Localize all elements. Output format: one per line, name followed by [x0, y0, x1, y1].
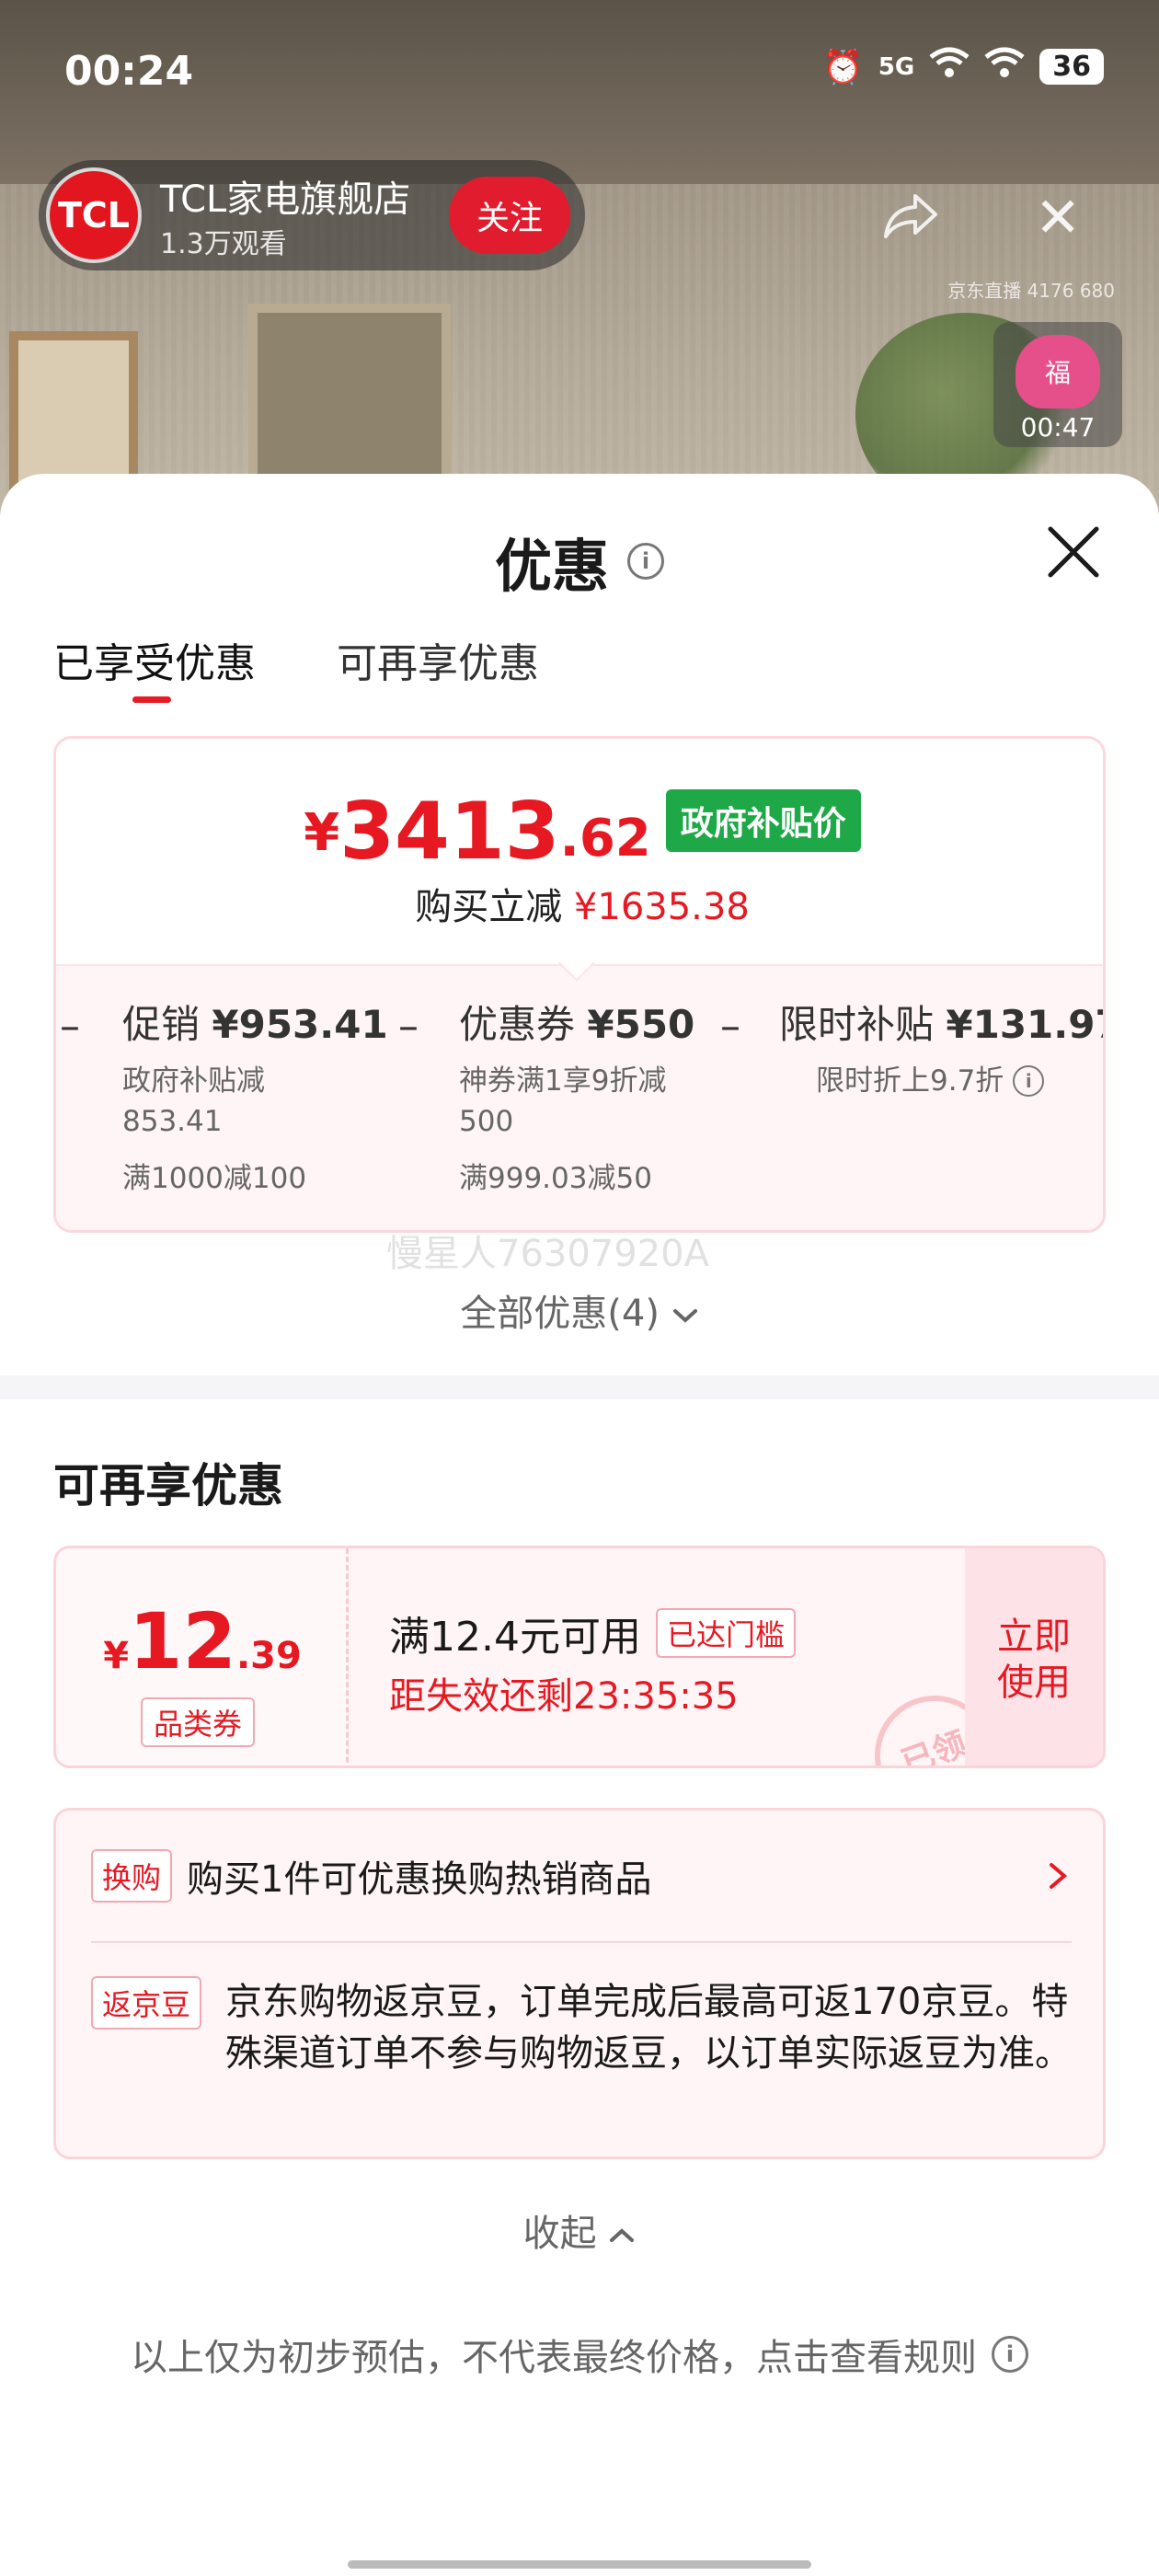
coupon-decimal: .39	[235, 1635, 302, 1677]
exchange-tag: 换购	[91, 1849, 173, 1903]
use-coupon-button[interactable]: 立即使用	[965, 1548, 1103, 1765]
threshold-reached-tag: 已达门槛	[655, 1608, 796, 1658]
chevron-down-icon	[671, 1293, 699, 1335]
jd-bean-row: 返京豆 京东购物返京豆，订单完成后最高可返170京豆。特殊渠道订单不参与购物返豆…	[91, 1976, 1072, 2079]
promo-extra: 满999.03减50	[459, 1162, 652, 1195]
gov-subsidy-tag: 政府补贴价	[665, 789, 861, 852]
promo-name: 促销	[122, 1002, 201, 1047]
promo-detail: 限时折上9.7折	[816, 1064, 1004, 1098]
status-time: 00:24	[64, 48, 194, 95]
wifi-icon	[929, 46, 970, 87]
lucky-bag-timer: 00:47	[1020, 412, 1096, 443]
info-icon[interactable]: i	[992, 2336, 1028, 2373]
chevron-right-icon[interactable]	[1044, 1857, 1072, 1894]
promo-amount: ¥953.41	[212, 1002, 388, 1047]
saved-amount: ¥1635.38	[573, 886, 750, 928]
battery-indicator: 36	[1039, 49, 1104, 85]
promo-item: 优惠券 ¥550 神券满1享9折减 500 满999.03减50	[459, 994, 694, 1196]
saved-line: 购买立减 ¥1635.38	[56, 877, 1103, 930]
promo-item: 促销 ¥953.41 政府补贴减 853.41 满1000减100	[122, 994, 388, 1196]
disclaimer-text: 以上仅为初步预估，不代表最终价格，点击查看规则	[131, 2337, 977, 2379]
alarm-icon: ⏰	[821, 48, 864, 86]
share-icon[interactable]	[878, 189, 943, 244]
jd-bean-text: 京东购物返京豆，订单完成后最高可返170京豆。特殊渠道订单不参与购物返豆，以订单…	[225, 1981, 1073, 2075]
status-bar: 00:24 ⏰ 5G 36	[0, 37, 1159, 110]
minus-sign: –	[398, 1003, 419, 1050]
promo-detail: 853.41	[122, 1105, 223, 1138]
sheet-header: 优惠 i	[0, 520, 1159, 603]
chevron-up-icon	[608, 2213, 636, 2255]
home-indicator[interactable]	[348, 2560, 811, 2569]
all-promos-toggle[interactable]: 全部优惠(4)	[0, 1283, 1159, 1337]
coupon-condition-text: 满12.4元可用	[389, 1614, 641, 1661]
benefits-card: 换购 购买1件可优惠换购热销商品 返京豆 京东购物返京豆，订单完成后最高可返17…	[53, 1808, 1106, 2159]
promo-detail: 神券满1享9折减	[459, 1064, 667, 1098]
coupon-currency: ¥	[103, 1635, 130, 1677]
more-section-title: 可再享优惠	[53, 1459, 283, 1512]
coupon-value-panel: ¥12.39 品类券	[56, 1548, 349, 1765]
promo-item: 限时补贴 ¥131.97 限时折上9.7折 i	[779, 994, 1106, 1101]
close-icon[interactable]	[1041, 520, 1106, 584]
final-price-line: ¥ 3413 .62 政府补贴价	[56, 789, 1103, 872]
lucky-bag-icon: 福	[1016, 335, 1100, 408]
price-currency: ¥	[304, 803, 340, 863]
promo-row: – 促销 ¥953.41 政府补贴减 853.41 满1000减100 – 优惠…	[56, 994, 1106, 1230]
shop-info-pill[interactable]: TCL TCL家电旗舰店 1.3万观看 关注	[39, 160, 585, 270]
use-coupon-label: 立即使用	[997, 1616, 1071, 1704]
shop-logo[interactable]: TCL	[46, 167, 142, 263]
jd-bean-tag: 返京豆	[91, 1976, 202, 2030]
section-divider	[0, 1375, 1159, 1399]
collapse-toggle[interactable]: 收起	[0, 2203, 1159, 2257]
price-decimal: .62	[559, 809, 651, 868]
collapse-label: 收起	[522, 2213, 597, 2255]
tab-enjoyed[interactable]: 已享受优惠	[53, 630, 256, 703]
minus-sign: –	[720, 1003, 740, 1050]
close-live-icon[interactable]: ✕	[1035, 186, 1081, 250]
divider	[91, 1941, 1072, 1943]
room-id: 京东直播 4176 680	[947, 280, 1115, 302]
wifi-icon	[984, 46, 1025, 87]
coupon-amount: ¥12.39	[56, 1596, 349, 1686]
sheet-title: 优惠	[494, 533, 609, 600]
discount-sheet: 优惠 i 已享受优惠 可再享优惠 ¥ 3413 .62 政府补贴价 购买立减 ¥…	[0, 474, 1159, 2576]
status-icons: ⏰ 5G 36	[822, 46, 1104, 87]
coupon-category-tag: 品类券	[141, 1697, 256, 1747]
promo-amount: ¥550	[587, 1002, 695, 1047]
promo-detail: 政府补贴减	[122, 1064, 265, 1098]
promo-breakdown: – 促销 ¥953.41 政府补贴减 853.41 满1000减100 – 优惠…	[56, 964, 1106, 1230]
all-promos-label: 全部优惠(4)	[460, 1293, 660, 1335]
coupon-expire-countdown: 距失效还剩23:35:35	[389, 1675, 739, 1718]
coupon-condition: 满12.4元可用 已达门槛	[389, 1604, 796, 1662]
lucky-bag[interactable]: 福 00:47	[993, 322, 1122, 447]
view-count: 1.3万观看	[160, 228, 287, 260]
coupon-integer: 12	[129, 1596, 236, 1686]
promo-extra: 满1000减100	[122, 1162, 307, 1195]
exchange-text: 购买1件可优惠换购热销商品	[187, 1858, 652, 1901]
info-icon[interactable]: i	[627, 543, 664, 580]
shop-name: TCL家电旗舰店	[160, 178, 411, 221]
promo-name: 限时补贴	[779, 1002, 935, 1047]
price-disclaimer[interactable]: 以上仅为初步预估，不代表最终价格，点击查看规则 i	[0, 2328, 1159, 2381]
tab-more-available[interactable]: 可再享优惠	[337, 630, 539, 689]
watermark: 慢星人76307920A	[386, 1233, 709, 1275]
promo-amount: ¥131.97	[946, 1002, 1106, 1047]
final-price: ¥ 3413 .62	[304, 791, 651, 872]
saved-label: 购买立减	[415, 886, 563, 928]
exchange-row[interactable]: 换购 购买1件可优惠换购热销商品	[91, 1849, 1072, 1903]
discount-tabs: 已享受优惠 可再享优惠	[53, 630, 539, 703]
info-icon[interactable]: i	[1013, 1065, 1045, 1097]
follow-button[interactable]: 关注	[449, 177, 570, 254]
promo-name: 优惠券	[459, 1002, 576, 1047]
price-integer: 3413	[339, 786, 560, 878]
signal-icon: 5G	[878, 52, 915, 81]
price-summary-card: ¥ 3413 .62 政府补贴价 购买立减 ¥1635.38 – 促销 ¥953…	[53, 736, 1106, 1233]
promo-detail: 500	[459, 1105, 514, 1138]
coupon-card: ¥12.39 品类券 满12.4元可用 已达门槛 距失效还剩23:35:35 已…	[53, 1546, 1106, 1768]
price-top: ¥ 3413 .62 政府补贴价 购买立减 ¥1635.38	[56, 739, 1103, 964]
minus-sign: –	[60, 1003, 80, 1050]
